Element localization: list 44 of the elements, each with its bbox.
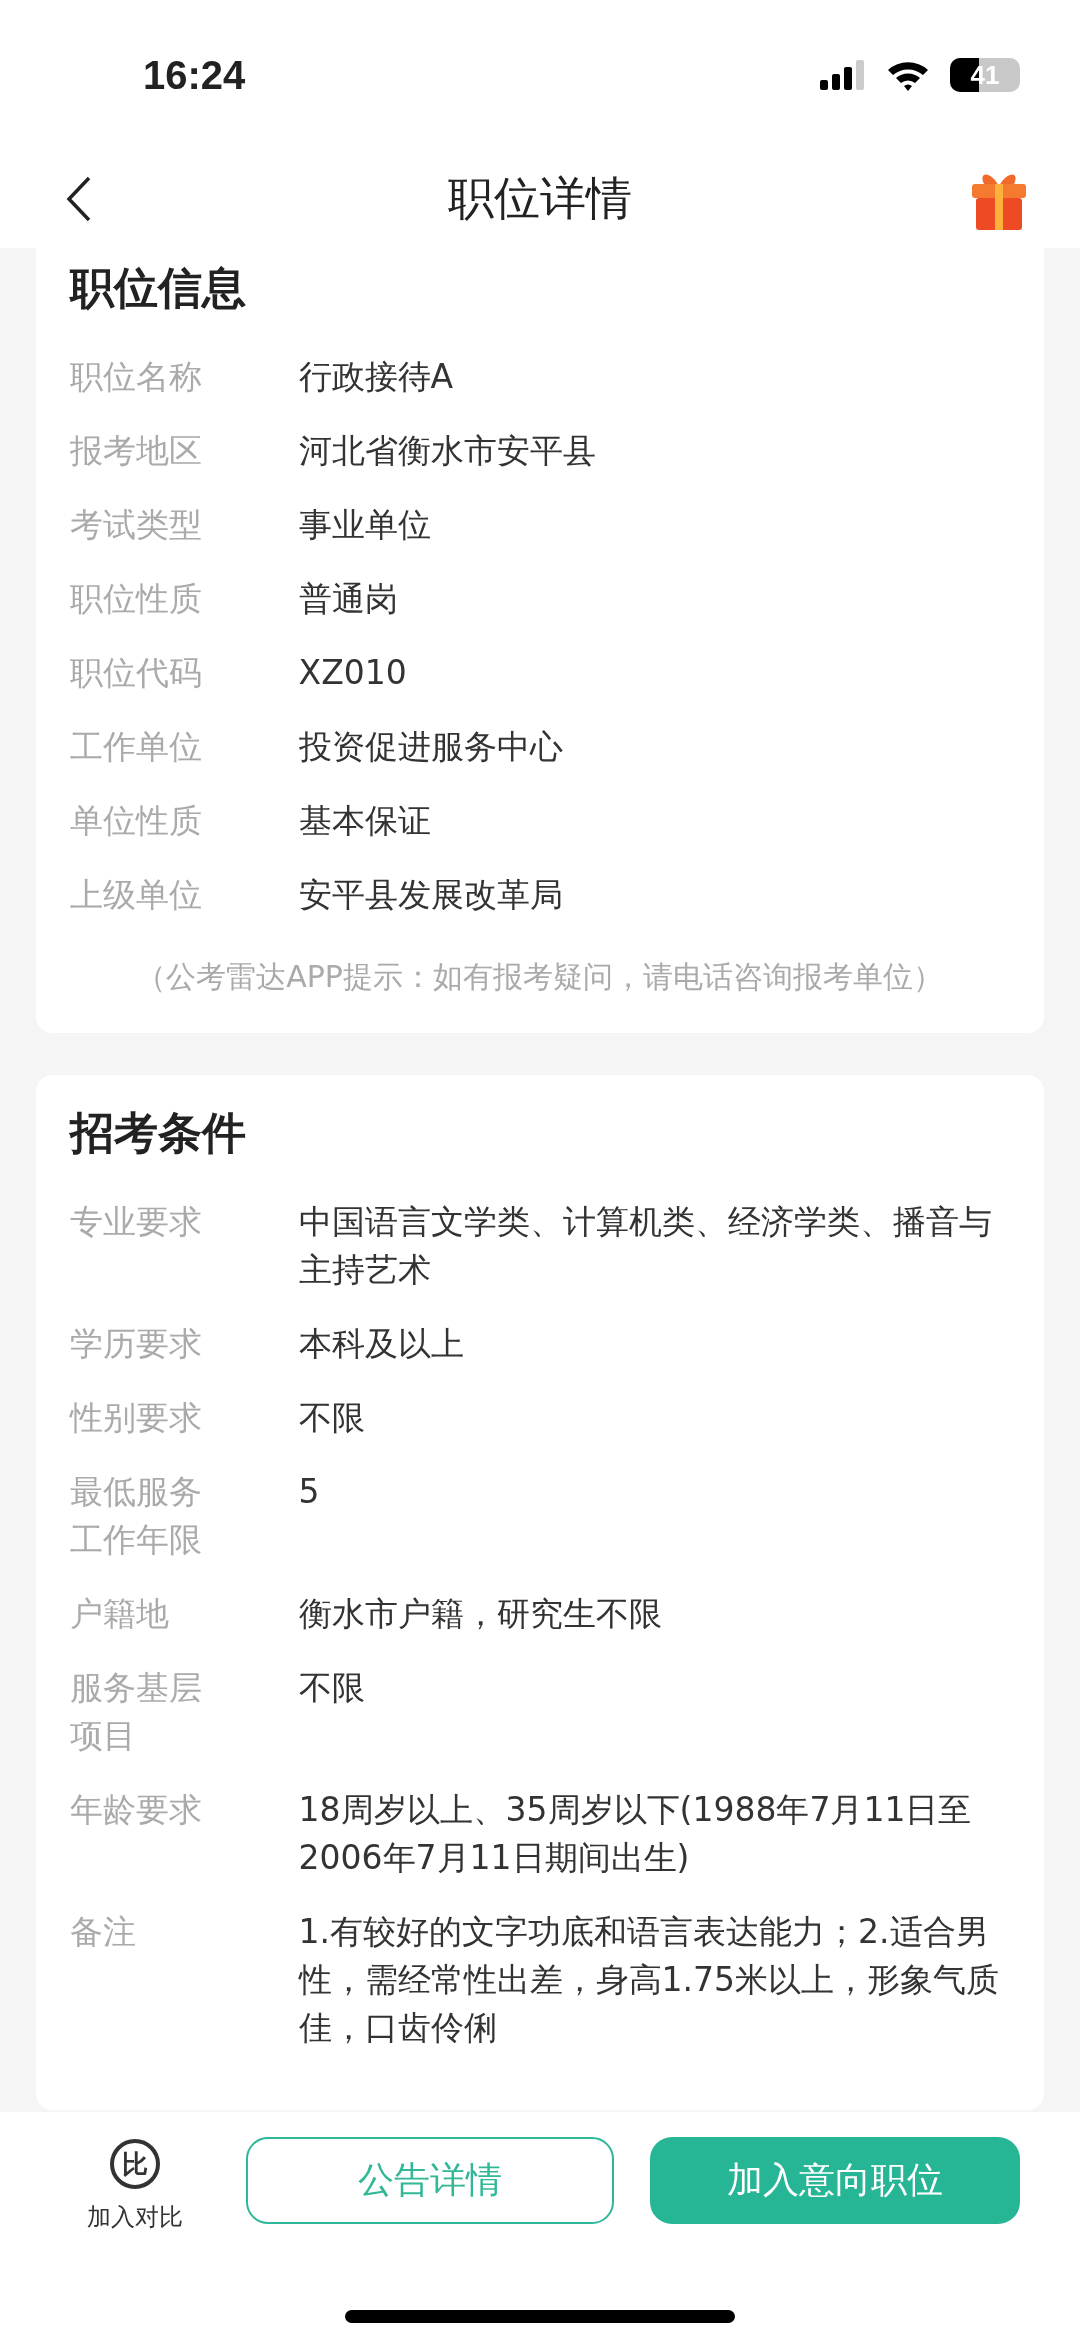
field-label: 职位性质 xyxy=(70,578,203,620)
field-value: 安平县发展改革局 xyxy=(298,874,564,916)
field-label: 上级单位 xyxy=(70,874,203,916)
field-label: 考试类型 xyxy=(70,504,203,546)
compare-button[interactable]: 比 加入对比 xyxy=(70,2137,200,2233)
field-label: 单位性质 xyxy=(70,800,203,842)
field-label: 户籍地 xyxy=(70,1593,170,1635)
field-value: XZ010 xyxy=(298,652,408,694)
hint-text: （公考雷达APP提示：如有报考疑问，请电话咨询报考单位） xyxy=(135,958,944,996)
field-label: 学历要求 xyxy=(70,1323,203,1365)
field-value: 不限 xyxy=(298,1667,366,1709)
field-value: 行政接待A xyxy=(298,356,455,398)
field-value: 本科及以上 xyxy=(298,1323,465,1365)
action-button[interactable]: 加入意向职位 xyxy=(650,2137,1020,2224)
field-label: 备注 xyxy=(70,1911,137,1953)
wifi-icon xyxy=(886,59,930,91)
page-title: 职位详情 xyxy=(448,170,632,227)
field-label: 年龄要求 xyxy=(70,1789,203,1831)
field-value: 不限 xyxy=(298,1397,366,1439)
field-value: 普通岗 xyxy=(298,578,399,620)
signal-icon xyxy=(820,60,866,90)
field-value: 事业单位 xyxy=(298,504,432,546)
field-label: 服务基层项目 xyxy=(70,1667,203,1757)
field-value: 18周岁以上、35周岁以下(1988年7月11日至2006年7月11日期间出生) xyxy=(298,1789,973,1879)
section-title: 招考条件 xyxy=(70,1106,247,1160)
field-value: 衡水市户籍，研究生不限 xyxy=(298,1593,663,1635)
field-label: 职位名称 xyxy=(70,356,203,398)
back-icon[interactable] xyxy=(66,175,92,223)
field-label: 工作单位 xyxy=(70,726,203,768)
field-value: 中国语言文学类、计算机类、经济学类、播音与主持艺术 xyxy=(298,1201,993,1291)
field-value: 5 xyxy=(298,1471,321,1513)
section-title: 职位信息 xyxy=(70,261,247,315)
compare-icon: 比 xyxy=(110,2139,160,2189)
action-button[interactable]: 公告详情 xyxy=(246,2137,614,2224)
field-value: 1.有较好的文字功底和语言表达能力；2.适合男性，需经常性出差，身高1.75米以上，形象气质佳，口齿伶俐 xyxy=(298,1911,1001,2049)
field-value: 基本保证 xyxy=(298,800,432,842)
field-value: 河北省衡水市安平县 xyxy=(298,430,597,472)
field-label: 专业要求 xyxy=(70,1201,203,1243)
field-value: 投资促进服务中心 xyxy=(298,726,564,768)
field-label: 性别要求 xyxy=(70,1397,203,1439)
status-time: 16:24 xyxy=(143,52,246,98)
field-label: 报考地区 xyxy=(70,430,203,472)
field-label: 最低服务工作年限 xyxy=(70,1471,203,1561)
field-label: 职位代码 xyxy=(70,652,203,694)
